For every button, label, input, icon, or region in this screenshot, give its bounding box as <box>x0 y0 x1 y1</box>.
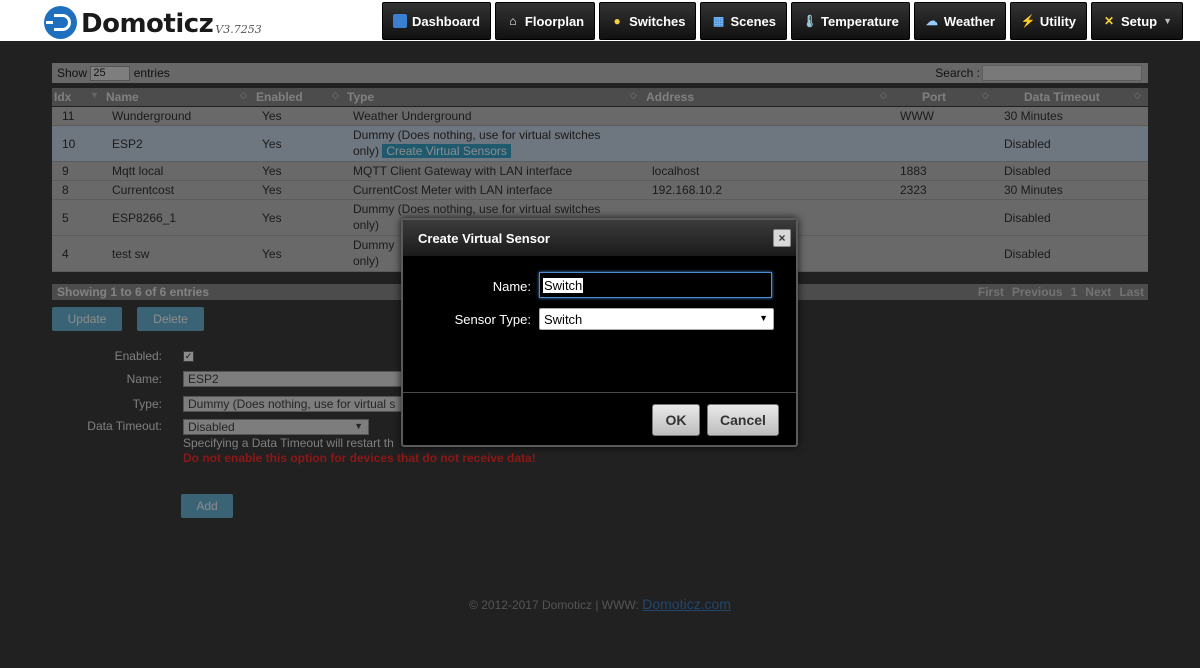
chevron-down-icon: ▼ <box>1163 16 1173 26</box>
main-nav: Dashboard ⌂ Floorplan ● Switches ▦ Scenes 🌡… <box>382 2 1184 40</box>
top-header: Domoticz V3.7253 Dashboard ⌂ Floorplan ● S… <box>0 0 1200 41</box>
scenes-icon: ▦ <box>712 14 725 28</box>
floorplan-icon: ⌂ <box>509 14 517 28</box>
sensor-name-input[interactable]: Switch <box>539 272 772 298</box>
nav-utility[interactable]: ⚡ Utility <box>1009 2 1088 40</box>
chevron-down-icon: ▼ <box>759 313 768 323</box>
sensor-name-label: Name: <box>492 279 531 294</box>
sensor-type-select[interactable]: Switch ▼ <box>539 308 774 330</box>
ok-button[interactable]: OK <box>652 404 700 436</box>
sensor-type-label: Sensor Type: <box>454 312 531 327</box>
dialog-title: Create Virtual Sensor <box>403 220 796 256</box>
nav-switches[interactable]: ● Switches <box>599 2 697 40</box>
tools-icon: ✕ <box>1103 14 1115 28</box>
thermometer-icon: 🌡 <box>802 14 818 28</box>
brand-logo[interactable]: Domoticz V3.7253 <box>44 6 262 39</box>
nav-temperature[interactable]: 🌡 Temperature <box>791 2 910 40</box>
brand-version: V3.7253 <box>215 23 262 36</box>
nav-setup[interactable]: ✕ Setup ▼ <box>1091 2 1184 40</box>
nav-floorplan[interactable]: ⌂ Floorplan <box>494 2 596 40</box>
dialog-divider <box>403 392 796 393</box>
domoticz-logo-icon <box>44 6 77 39</box>
utility-icon: ⚡ <box>1020 14 1036 28</box>
cancel-button[interactable]: Cancel <box>707 404 779 436</box>
nav-scenes[interactable]: ▦ Scenes <box>700 2 788 40</box>
create-virtual-sensor-dialog: Create Virtual Sensor × Name: Switch Sen… <box>401 218 798 447</box>
nav-dashboard[interactable]: Dashboard <box>382 2 491 40</box>
lightbulb-icon: ● <box>613 14 621 28</box>
close-icon[interactable]: × <box>773 229 791 247</box>
nav-weather[interactable]: ☁ Weather <box>913 2 1006 40</box>
dashboard-icon <box>393 14 407 28</box>
weather-icon: ☁ <box>925 14 938 28</box>
brand-name: Domoticz <box>81 9 214 39</box>
